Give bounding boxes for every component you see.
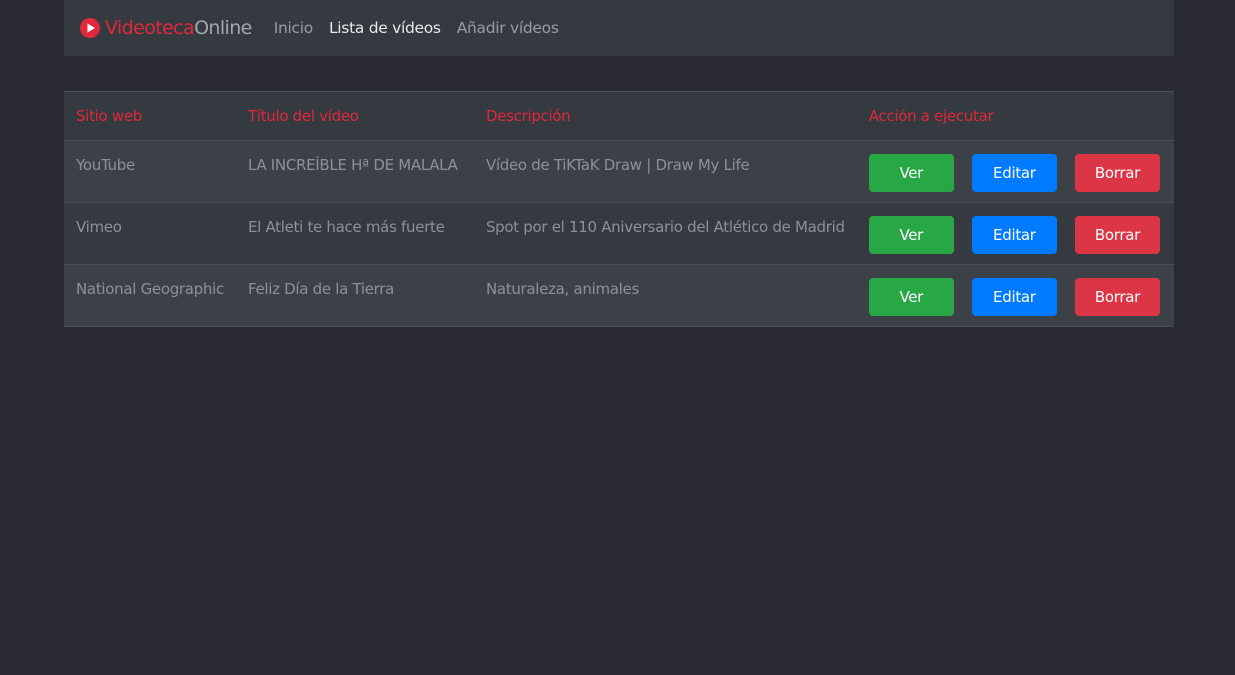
- edit-button[interactable]: Editar: [971, 278, 1057, 316]
- edit-button[interactable]: Editar: [971, 154, 1057, 192]
- table-row: National Geographic Feliz Día de la Tier…: [64, 264, 1174, 327]
- videos-table: Sitio web Título del vídeo Descripción A…: [64, 92, 1174, 327]
- cell-site: YouTube: [64, 140, 236, 203]
- table-row: Vimeo El Atleti te hace más fuerte Spot …: [64, 202, 1174, 265]
- delete-button[interactable]: Borrar: [1074, 216, 1160, 254]
- edit-button[interactable]: Editar: [971, 216, 1057, 254]
- cell-description: Spot por el 110 Aniversario del Atlético…: [473, 202, 857, 265]
- cell-title: LA INCREÍBLE Hª DE MALALA: [235, 140, 474, 203]
- cell-actions: Ver Editar Borrar: [856, 140, 1174, 203]
- nav-link-anadir-videos[interactable]: Añadir vídeos: [457, 19, 559, 37]
- cell-actions: Ver Editar Borrar: [856, 264, 1174, 327]
- brand-logo[interactable]: Videoteca Online: [80, 17, 252, 39]
- column-header-actions: Acción a ejecutar: [856, 92, 1174, 141]
- column-header-site: Sitio web: [64, 92, 236, 141]
- cell-site: Vimeo: [64, 202, 236, 265]
- play-circle-icon: [80, 18, 100, 38]
- cell-title: El Atleti te hace más fuerte: [235, 202, 474, 265]
- nav-link-inicio[interactable]: Inicio: [274, 19, 314, 37]
- cell-title: Feliz Día de la Tierra: [235, 264, 474, 327]
- column-header-description: Descripción: [473, 92, 857, 141]
- view-button[interactable]: Ver: [868, 154, 954, 192]
- brand-name-part2: Online: [194, 17, 252, 39]
- nav-link-lista-videos[interactable]: Lista de vídeos: [329, 19, 441, 37]
- view-button[interactable]: Ver: [868, 216, 954, 254]
- delete-button[interactable]: Borrar: [1074, 154, 1160, 192]
- table-header-row: Sitio web Título del vídeo Descripción A…: [64, 92, 1174, 141]
- column-header-title: Título del vídeo: [235, 92, 474, 141]
- table-row: YouTube LA INCREÍBLE Hª DE MALALA Vídeo …: [64, 140, 1174, 203]
- cell-site: National Geographic: [64, 264, 236, 327]
- navbar: Videoteca Online Inicio Lista de vídeos A…: [64, 0, 1174, 56]
- delete-button[interactable]: Borrar: [1074, 278, 1160, 316]
- cell-actions: Ver Editar Borrar: [856, 202, 1174, 265]
- cell-description: Naturaleza, animales: [473, 264, 857, 327]
- view-button[interactable]: Ver: [868, 278, 954, 316]
- videos-table-container: Sitio web Título del vídeo Descripción A…: [64, 91, 1174, 327]
- brand-name-part1: Videoteca: [105, 17, 195, 39]
- cell-description: Vídeo de TiKTaK Draw | Draw My Life: [473, 140, 857, 203]
